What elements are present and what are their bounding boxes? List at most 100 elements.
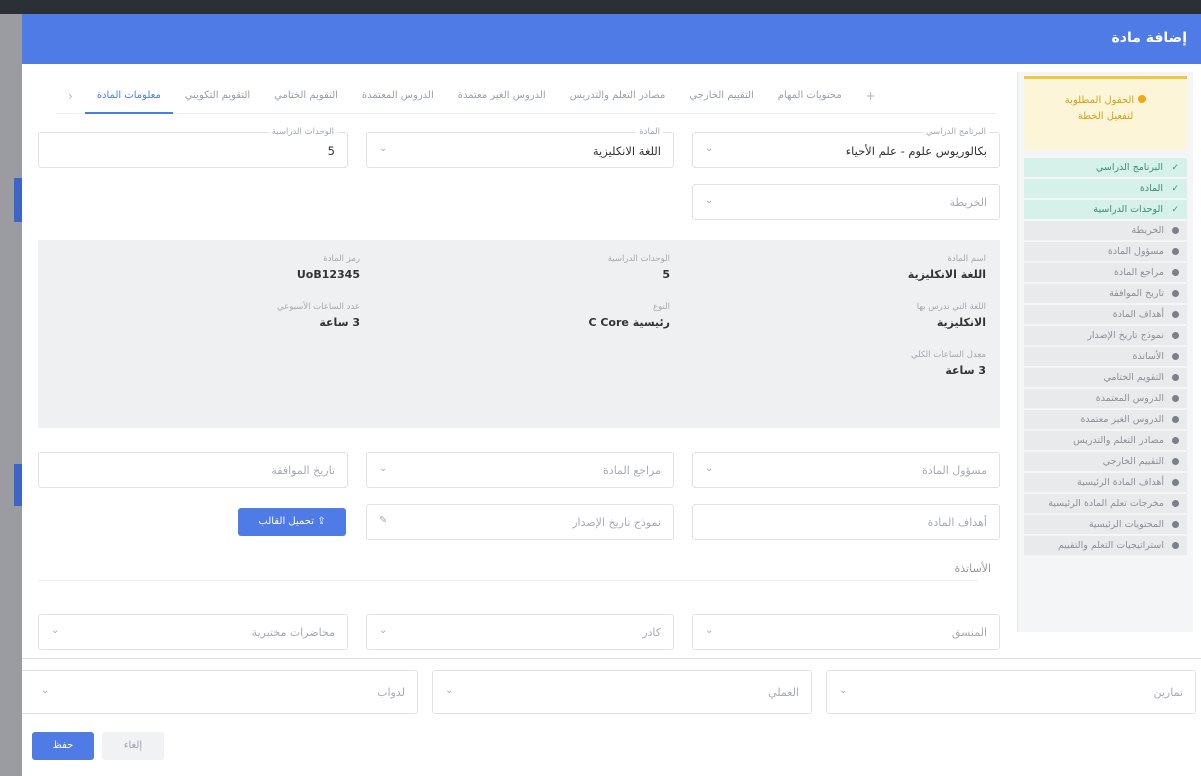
step-item[interactable]: أهداف المادة [1024,305,1187,324]
save-button[interactable]: حفظ [32,732,94,760]
backdrop-topbar [0,0,1201,14]
step-item[interactable]: ✓ المادة [1024,179,1187,198]
step-item[interactable]: الأساتذة [1024,347,1187,366]
step-item[interactable]: الخريطة [1024,221,1187,240]
references-placeholder: مراجع المادة [603,464,661,477]
tab-approved-lessons[interactable]: الدروس المعتمدة [350,78,446,114]
step-item[interactable]: المحتويات الرئيسية [1024,515,1187,534]
bullet-icon [1172,290,1179,297]
map-select[interactable]: الخريطة ⌄ [692,184,1000,220]
references-select[interactable]: مراجع المادة ⌄ [366,452,674,488]
step-item[interactable]: استراتيجيات التعلم والتقييم [1024,536,1187,555]
bullet-icon [1172,374,1179,381]
coordinator-placeholder: المنسق [951,626,987,639]
step-item[interactable]: أهداف المادة الرئيسية [1024,473,1187,492]
step-item[interactable]: مخرجات تعلم المادة الرئيسية [1024,494,1187,513]
chevron-down-icon: ⌄ [41,685,50,696]
release-template-file[interactable]: نموذج تاريخ الإصدار ✎ [366,504,674,540]
backdrop-accent-2 [14,464,22,506]
bullet-icon [1172,437,1179,444]
step-item[interactable]: التقويم الختامي [1024,368,1187,387]
bullet-icon [1172,542,1179,549]
tab-learning-resources[interactable]: مصادر التعلم والتدريس [558,78,678,114]
section-divider [38,580,978,581]
steps-list: ✓ البرنامج الدراسي ✓ المادة ✓ الوحدات الدراسي… [1018,158,1193,555]
step-label: الخريطة [1131,225,1164,236]
tab-course-info[interactable]: معلومات المادة [84,78,173,114]
cancel-button[interactable]: إلغاء [102,732,164,760]
tab-external-evaluation[interactable]: التقييم الخارجي [677,78,765,114]
step-item[interactable]: التقييم الخارجي [1024,452,1187,471]
info-type: النوع رئيسية C Core [588,302,670,329]
goals-input[interactable]: أهداف المادة [692,504,1000,540]
goals-placeholder: أهداف المادة [927,516,987,529]
add-course-modal: إضافة مادة ‹ معلومات المادة التقويم التك… [22,14,1201,776]
step-item[interactable]: الدروس الغير معتمدة [1024,410,1187,429]
teachers-select[interactable]: كادر ⌄ [366,614,674,650]
info-weekly-hours: عدد الساعات الأسبوعي 3 ساعة [277,302,360,329]
upload-template-button[interactable]: تحميل القالب ⇪ [238,508,346,536]
modal-header: إضافة مادة [22,14,1201,64]
backdrop-sidebar [0,14,22,776]
warning-dot-icon [1138,95,1147,103]
check-icon: ✓ [1171,205,1179,215]
step-label: الدروس الغير معتمدة [1080,414,1164,425]
modal-title: إضافة مادة [1111,30,1188,46]
step-label: المحتويات الرئيسية [1088,519,1164,530]
program-label: البرنامج الدراسي [923,127,989,137]
step-item[interactable]: مسؤول المادة [1024,242,1187,261]
step-label: مراجع المادة [1113,267,1164,278]
practical-select[interactable]: العملي ⌄ [432,670,812,714]
step-label: تاريخ الموافقة [1109,288,1164,299]
course-select[interactable]: المادة اللغة الانكليزية ⌄ [366,127,674,168]
tab-task-contents[interactable]: محتويات المهام [766,78,854,114]
step-item[interactable]: نموذج تاريخ الإصدار [1024,326,1187,345]
step-label: أهداف المادة الرئيسية [1076,477,1164,488]
info-course-code: رمز المادة UoB12345 [296,254,360,281]
exercises-select[interactable]: تمارين ⌄ [826,670,1196,714]
bullet-icon [1172,353,1179,360]
tab-formative-assessment[interactable]: التقويم التكويني [173,78,262,114]
course-value: اللغة الانكليزية [592,144,661,158]
tab-bar: ‹ معلومات المادة التقويم التكويني التقوي… [56,78,996,114]
steps-sidebar: الحقول المطلوبة لتفعيل الخطة ✓ البرنامج ا… [1017,72,1193,632]
credits-input[interactable]: الوحدات الدراسية 5 [38,127,348,168]
owner-select[interactable]: مسؤول المادة ⌄ [692,452,1000,488]
approval-date-placeholder: تاريخ الموافقة [271,464,335,477]
tab-scroll-right-icon[interactable]: ‹ [56,78,85,114]
chevron-down-icon: ⌄ [705,195,714,206]
step-label: التقييم الخارجي [1102,456,1164,467]
step-item[interactable]: تاريخ الموافقة [1024,284,1187,303]
course-info-panel: اسم المادة اللغة الانكليزية الوحدات الدر… [38,240,1000,428]
info-course-name: اسم المادة اللغة الانكليزية [907,254,986,281]
practical-placeholder: العملي [768,686,799,699]
step-item[interactable]: ✓ الوحدات الدراسية [1024,200,1187,219]
bullet-icon [1172,479,1179,486]
duties-select[interactable]: لدواب ⌄ [22,670,418,714]
step-item[interactable]: مصادر التعلم والتدريس [1024,431,1187,450]
lab-hours-placeholder: محاضرات مختبرية [251,626,335,639]
bullet-icon [1172,395,1179,402]
bullet-icon [1172,416,1179,423]
owner-placeholder: مسؤول المادة [922,464,987,477]
tab-final-assessment[interactable]: التقويم الختامي [262,78,350,114]
step-item[interactable]: مراجع المادة [1024,263,1187,282]
tab-unapproved-lessons[interactable]: الدروس الغير معتمدة [446,78,558,114]
step-item[interactable]: الدروس المعتمدة [1024,389,1187,408]
chevron-down-icon: ⌄ [445,685,454,696]
chevron-down-icon: ⌄ [379,143,388,154]
tab-add-icon[interactable]: + [854,78,888,114]
lab-hours-select[interactable]: محاضرات مختبرية ⌄ [38,614,348,650]
alert-line-2: لتفعيل الخطة [1077,111,1134,122]
info-total-hours: معدل الساعات الكلي 3 ساعة [910,350,986,377]
bullet-icon [1172,500,1179,507]
coordinator-select[interactable]: المنسق ⌄ [692,614,1000,650]
bullet-icon [1172,227,1179,234]
step-label: البرنامج الدراسي [1095,162,1163,173]
program-select[interactable]: البرنامج الدراسي بكالوريوس علوم - علم ال… [692,127,1000,168]
teachers-section-label: الأساتذة [954,562,992,575]
check-icon: ✓ [1171,184,1179,194]
approval-date-input[interactable]: تاريخ الموافقة [38,452,348,488]
bullet-icon [1172,248,1179,255]
step-item[interactable]: ✓ البرنامج الدراسي [1024,158,1187,177]
